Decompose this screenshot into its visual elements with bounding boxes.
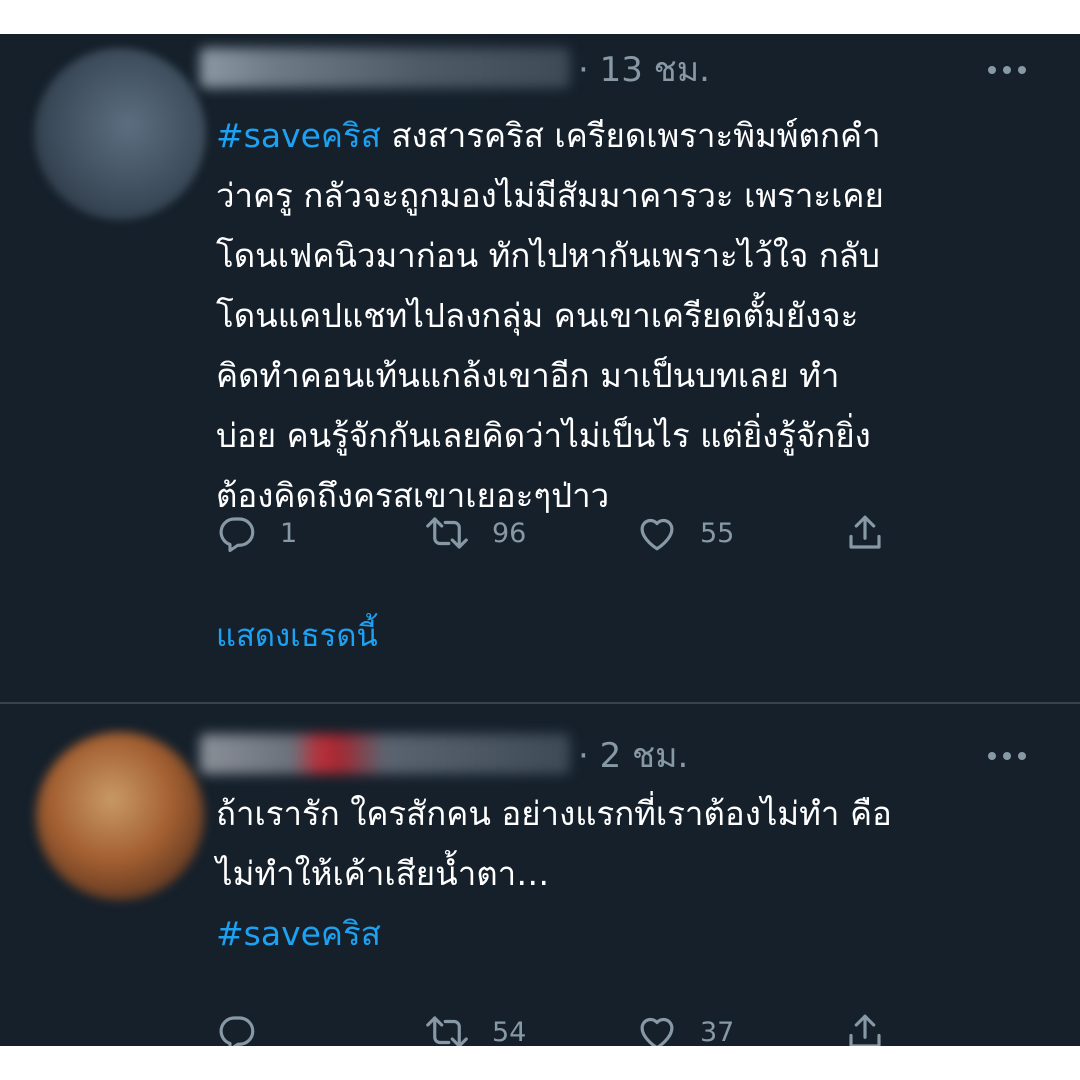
author-name-blurred[interactable] — [200, 48, 570, 88]
retweet-icon — [426, 517, 468, 549]
like-count: 55 — [700, 517, 735, 549]
more-icon[interactable] — [988, 66, 1028, 76]
tweet-text-body: สงสารคริส เครียดเพราะพิมพ์ตกคำ ว่าครู กล… — [216, 116, 884, 515]
tweet-text: ถ้าเรารัก ใครสักคน อย่างแรกที่เราต้องไม่… — [216, 794, 892, 893]
reply-count: 1 — [280, 517, 298, 549]
tweet[interactable]: · 13 ชม. #saveคริส สงสารคริส เครียดเพราะ… — [0, 34, 1080, 702]
retweet-count: 96 — [492, 517, 527, 549]
like-button[interactable]: 37 — [636, 1007, 734, 1046]
retweet-button[interactable]: 96 — [424, 508, 526, 558]
hashtag-link[interactable]: #saveคริส — [216, 116, 381, 155]
share-button[interactable] — [844, 508, 886, 558]
show-thread-link[interactable]: แสดงเธรดนี้ — [216, 614, 378, 658]
tweet-actions: 54 37 — [216, 1007, 916, 1046]
author-name-blurred[interactable] — [200, 734, 570, 774]
avatar[interactable] — [36, 732, 204, 900]
retweet-icon — [426, 1016, 468, 1046]
reply-icon — [219, 1016, 255, 1046]
share-icon — [849, 1014, 881, 1046]
avatar[interactable] — [34, 48, 206, 220]
tweet-timestamp[interactable]: · 2 ชม. — [578, 736, 688, 776]
tweet[interactable]: · 2 ชม. ถ้าเรารัก ใครสักคน อย่างแรกที่เร… — [0, 704, 1080, 1046]
share-icon — [849, 515, 881, 549]
like-count: 37 — [700, 1016, 735, 1047]
timeline: · 13 ชม. #saveคริส สงสารคริส เครียดเพราะ… — [0, 34, 1080, 1046]
like-button[interactable]: 55 — [636, 508, 734, 558]
tweet-timestamp[interactable]: · 13 ชม. — [578, 50, 710, 90]
like-icon — [640, 518, 674, 551]
more-icon[interactable] — [988, 752, 1028, 762]
hashtag-link[interactable]: #saveคริส — [216, 904, 381, 964]
reply-icon — [219, 517, 255, 553]
like-icon — [640, 1017, 674, 1046]
tweet-actions: 1 96 55 — [216, 508, 916, 558]
retweet-button[interactable]: 54 — [424, 1007, 526, 1046]
reply-button[interactable]: 1 — [216, 508, 297, 558]
share-button[interactable] — [844, 1007, 886, 1046]
tweet-text: #saveคริส สงสารคริส เครียดเพราะพิมพ์ตกคำ… — [216, 106, 1036, 526]
reply-button[interactable] — [216, 1007, 280, 1046]
retweet-count: 54 — [492, 1016, 527, 1047]
